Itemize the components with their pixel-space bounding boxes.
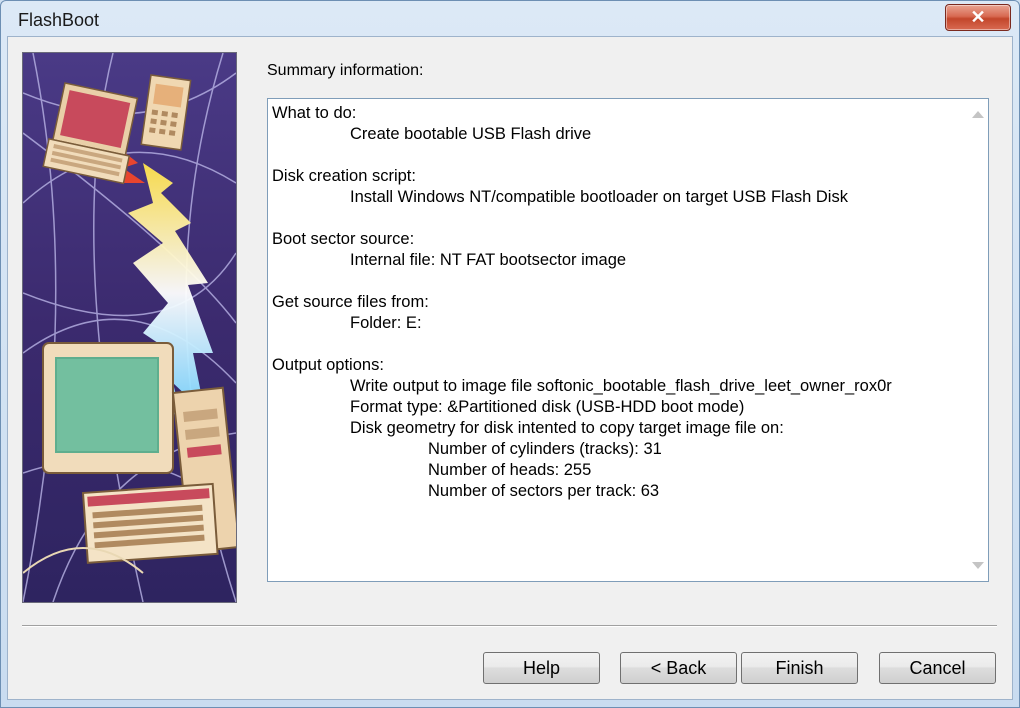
summary-content: What to do: Create bootable USB Flash dri… [272, 103, 962, 502]
summary-line: Output options: [272, 356, 384, 374]
vertical-scrollbar[interactable] [968, 99, 988, 581]
help-button[interactable]: Help [483, 652, 600, 684]
finish-button[interactable]: Finish [741, 652, 858, 684]
summary-line: Number of cylinders (tracks): 31 [428, 440, 662, 458]
summary-line: Write output to image file softonic_boot… [350, 377, 892, 395]
summary-line: What to do: [272, 104, 357, 122]
summary-line: Boot sector source: [272, 230, 415, 248]
summary-blank-line [272, 271, 962, 292]
title-bar[interactable]: FlashBoot ✕ [1, 1, 1019, 37]
summary-line: Format type: &Partitioned disk (USB-HDD … [350, 398, 745, 416]
summary-blank-line [272, 334, 962, 355]
summary-line: Create bootable USB Flash drive [350, 125, 592, 143]
close-button[interactable]: ✕ [945, 4, 1011, 31]
summary-line: Get source files from: [272, 293, 429, 311]
window-title: FlashBoot [18, 10, 100, 30]
computers-illustration [23, 53, 236, 602]
summary-blank-line [272, 208, 962, 229]
summary-line: Number of heads: 255 [428, 461, 592, 479]
summary-line: Folder: E: [350, 314, 422, 332]
summary-line: Number of sectors per track: 63 [428, 482, 660, 500]
summary-line: Disk creation script: [272, 167, 416, 185]
summary-text-box[interactable]: What to do: Create bootable USB Flash dri… [267, 98, 989, 582]
summary-line: Internal file: NT FAT bootsector image [350, 251, 627, 269]
cancel-button[interactable]: Cancel [879, 652, 996, 684]
summary-line: Install Windows NT/compatible bootloader… [350, 188, 848, 206]
scroll-down-arrow-icon[interactable] [972, 562, 984, 569]
back-button[interactable]: < Back [620, 652, 737, 684]
summary-blank-line [272, 145, 962, 166]
summary-line: Disk geometry for disk intented to copy … [350, 419, 784, 437]
wizard-side-illustration [22, 52, 237, 603]
footer-separator [22, 625, 997, 627]
scroll-up-arrow-icon[interactable] [972, 111, 984, 118]
close-icon: ✕ [970, 7, 986, 27]
summary-label: Summary information: [267, 62, 424, 79]
